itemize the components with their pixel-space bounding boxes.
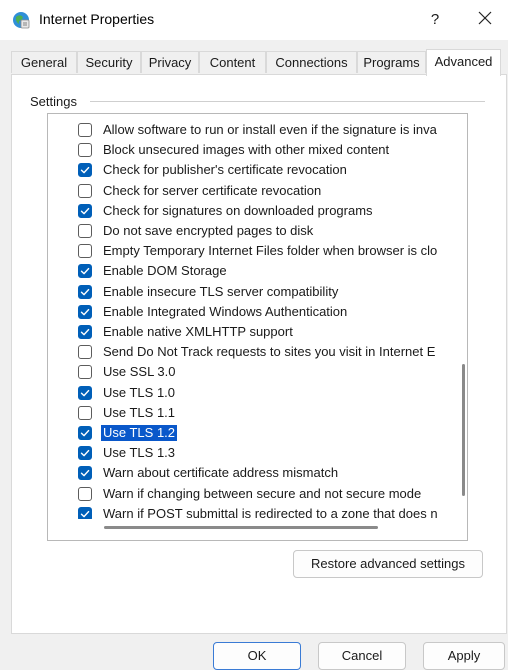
setting-row[interactable]: Check for publisher's certificate revoca… (48, 160, 458, 180)
setting-row[interactable]: Empty Temporary Internet Files folder wh… (48, 241, 458, 261)
close-icon (478, 11, 492, 25)
tab-advanced[interactable]: Advanced (426, 49, 501, 76)
horizontal-scrollbar-thumb[interactable] (104, 526, 378, 529)
tab-programs[interactable]: Programs (357, 51, 426, 73)
checkmark-icon (80, 389, 90, 396)
setting-label: Allow software to run or install even if… (103, 122, 437, 137)
checkbox-unchecked[interactable] (78, 143, 92, 158)
checkmark-icon (80, 308, 90, 316)
checkbox-checked[interactable] (78, 264, 92, 279)
setting-label: Use TLS 1.3 (103, 445, 176, 461)
checkbox-unchecked[interactable] (78, 224, 92, 238)
internet-globe-icon (12, 11, 30, 29)
close-button[interactable] (470, 8, 500, 32)
checkmark-icon (80, 470, 90, 477)
checkbox-unchecked[interactable] (78, 486, 92, 501)
setting-label: Warn if POST submittal is redirected to … (103, 505, 438, 519)
setting-row[interactable]: Send Do Not Track requests to sites you … (48, 342, 458, 362)
checkbox-unchecked[interactable] (78, 123, 92, 137)
setting-label: Use TLS 1.2 (101, 425, 178, 441)
setting-row[interactable]: Use SSL 3.0 (48, 362, 458, 382)
checkbox-checked[interactable] (78, 203, 92, 218)
setting-label: Block unsecured images with other mixed … (103, 142, 390, 158)
checkbox-unchecked[interactable] (78, 183, 92, 198)
checkmark-icon (80, 268, 90, 275)
ok-button[interactable]: OK (213, 642, 301, 670)
checkbox-unchecked[interactable] (78, 345, 92, 360)
tab-privacy[interactable]: Privacy (141, 51, 199, 73)
setting-label: Use TLS 1.1 (103, 404, 176, 420)
setting-row[interactable]: Use TLS 1.0 (48, 383, 458, 403)
setting-label: Check for server certificate revocation (103, 182, 322, 198)
checkmark-icon (80, 510, 90, 518)
checkmark-icon (80, 328, 90, 336)
setting-label: Send Do Not Track requests to sites you … (103, 344, 436, 360)
setting-row[interactable]: Enable insecure TLS server compatibility (48, 282, 458, 302)
setting-label: Check for signatures on downloaded progr… (103, 202, 373, 218)
checkmark-icon (80, 450, 90, 457)
checkbox-checked[interactable] (78, 506, 92, 519)
settings-group-label: Settings (30, 94, 83, 109)
checkmark-icon (80, 429, 90, 437)
setting-row[interactable]: Enable native XMLHTTP support (48, 322, 458, 342)
setting-row[interactable]: Enable Integrated Windows Authentication (48, 302, 458, 322)
settings-divider (90, 101, 485, 102)
setting-row[interactable]: Warn if POST submittal is redirected to … (48, 504, 458, 519)
tab-connections[interactable]: Connections (266, 51, 357, 73)
setting-row[interactable]: Use TLS 1.1 (48, 403, 458, 423)
checkbox-checked[interactable] (78, 446, 92, 461)
setting-label: Check for publisher's certificate revoca… (103, 162, 347, 178)
setting-label: Warn about certificate address mismatch (103, 465, 339, 481)
apply-button[interactable]: Apply (423, 642, 505, 670)
setting-row[interactable]: Check for signatures on downloaded progr… (48, 201, 458, 221)
setting-row[interactable]: Warn about certificate address mismatch (48, 463, 458, 483)
setting-label: Enable Integrated Windows Authentication (103, 303, 348, 319)
checkbox-unchecked[interactable] (78, 405, 92, 420)
window-title: Internet Properties (39, 11, 155, 27)
checkbox-unchecked[interactable] (78, 365, 92, 380)
checkbox-checked[interactable] (78, 163, 92, 178)
tab-content[interactable]: Content (199, 51, 266, 73)
checkmark-icon (80, 288, 90, 295)
title-bar: Internet Properties ? (0, 0, 508, 40)
setting-row[interactable]: Use TLS 1.2 (48, 423, 458, 443)
setting-row[interactable]: Check for server certificate revocation (48, 181, 458, 201)
setting-label: Use TLS 1.0 (103, 384, 176, 400)
tab-security[interactable]: Security (77, 51, 141, 73)
cancel-button[interactable]: Cancel (318, 642, 406, 670)
setting-label: Empty Temporary Internet Files folder wh… (103, 243, 438, 259)
setting-row[interactable]: Use TLS 1.3 (48, 443, 458, 463)
checkbox-checked[interactable] (78, 284, 92, 299)
setting-row[interactable]: Allow software to run or install even if… (48, 120, 458, 140)
checkmark-icon (80, 167, 90, 174)
restore-advanced-settings-button[interactable]: Restore advanced settings (293, 550, 483, 578)
setting-row[interactable]: Enable DOM Storage (48, 261, 458, 281)
setting-label: Enable insecure TLS server compatibility (103, 283, 339, 299)
checkbox-unchecked[interactable] (78, 244, 92, 259)
tab-strip: General Security Privacy Content Connect… (11, 49, 507, 76)
checkbox-checked[interactable] (78, 325, 92, 339)
tab-general[interactable]: General (11, 51, 77, 73)
settings-list-viewport: Allow software to run or install even if… (48, 114, 458, 519)
help-button[interactable]: ? (420, 8, 450, 32)
setting-label: Enable DOM Storage (103, 263, 227, 279)
setting-label: Warn if changing between secure and not … (103, 485, 422, 501)
checkbox-checked[interactable] (78, 304, 92, 319)
checkbox-checked[interactable] (78, 385, 92, 400)
settings-list[interactable]: Allow software to run or install even if… (47, 113, 468, 541)
checkmark-icon (80, 207, 90, 215)
checkbox-checked[interactable] (78, 426, 92, 440)
vertical-scrollbar-thumb[interactable] (462, 364, 465, 496)
setting-row[interactable]: Warn if changing between secure and not … (48, 484, 458, 504)
setting-label: Use SSL 3.0 (103, 364, 176, 380)
setting-row[interactable]: Block unsecured images with other mixed … (48, 140, 458, 160)
setting-label: Enable native XMLHTTP support (103, 324, 293, 339)
checkbox-checked[interactable] (78, 466, 92, 481)
setting-row[interactable]: Do not save encrypted pages to disk (48, 221, 458, 241)
setting-label: Do not save encrypted pages to disk (103, 223, 314, 238)
